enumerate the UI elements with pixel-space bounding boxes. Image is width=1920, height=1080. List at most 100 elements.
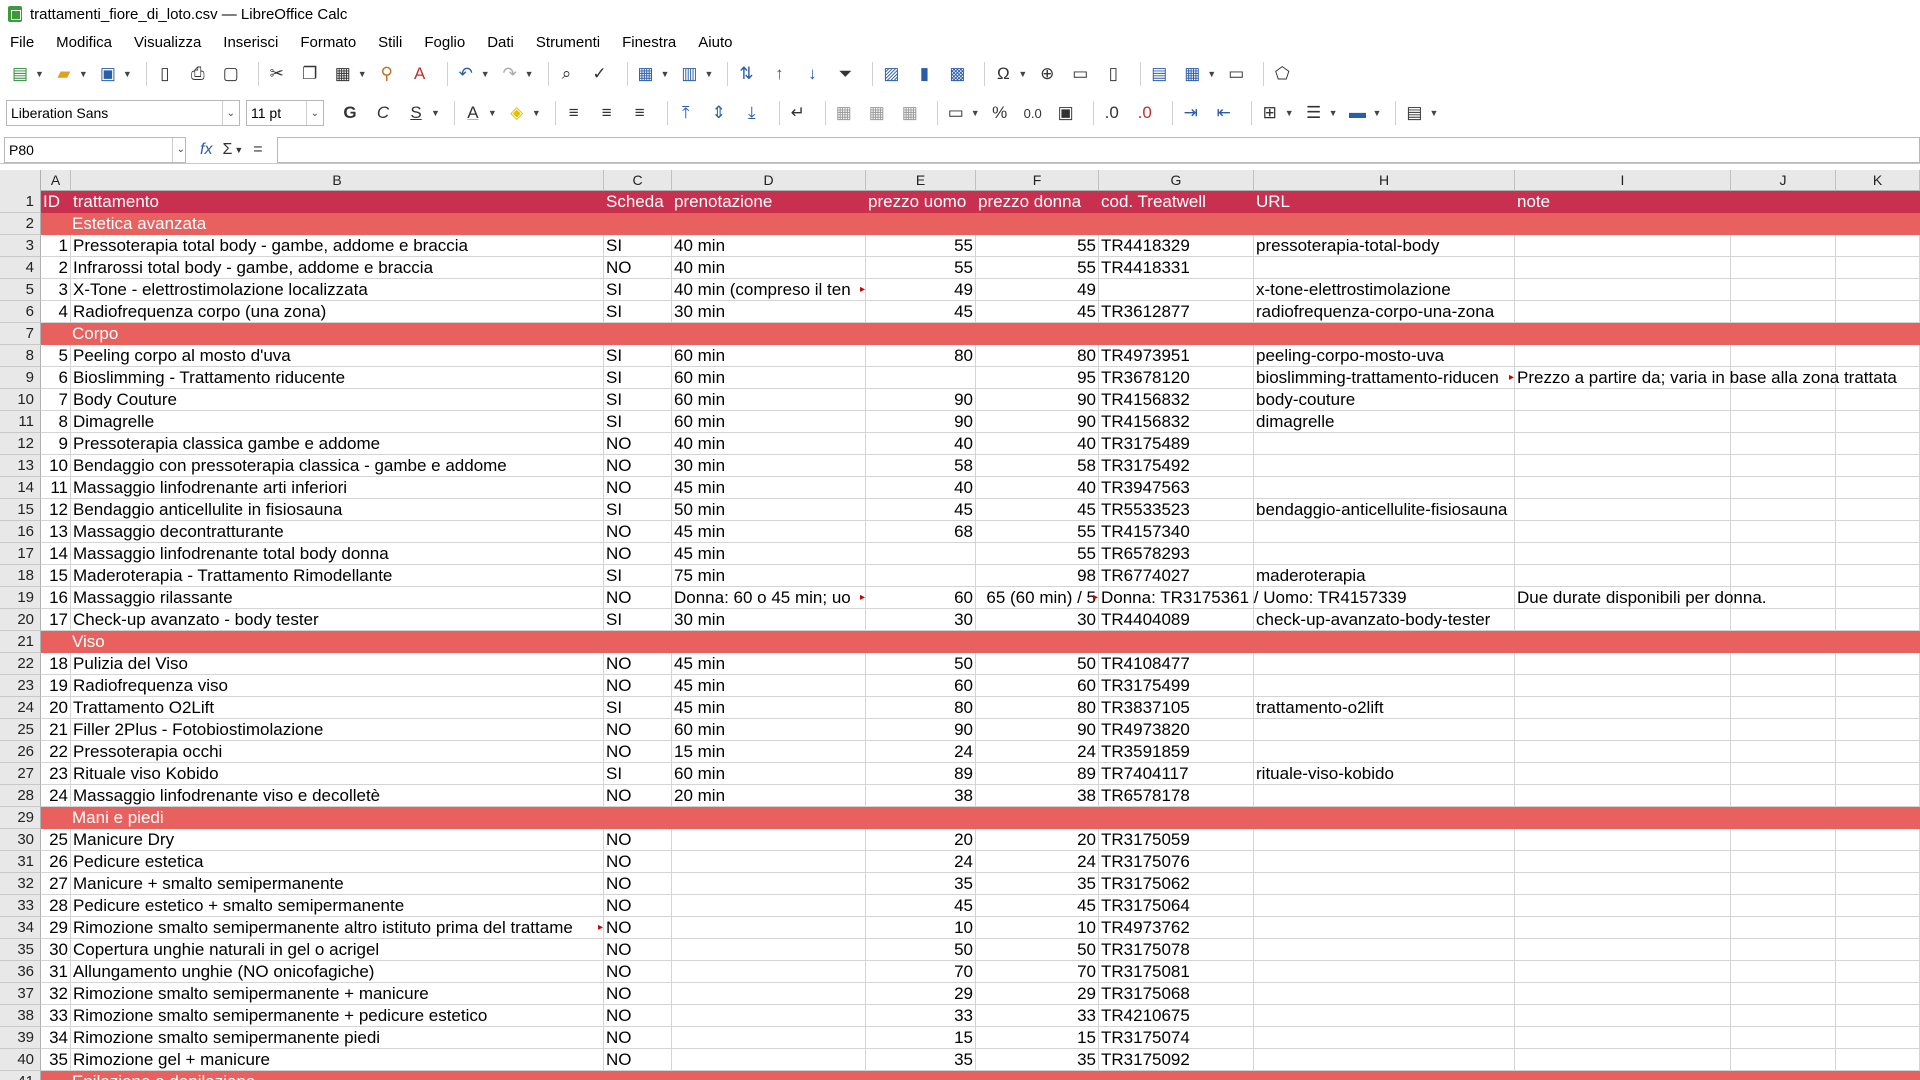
cell-j1[interactable] — [1731, 191, 1836, 213]
border-color-dropdown-icon[interactable]: ▼ — [1373, 108, 1382, 118]
cell-d7[interactable] — [672, 323, 866, 345]
split-window-icon[interactable]: ▭ — [1224, 62, 1248, 86]
column-header-c[interactable]: C — [604, 170, 672, 191]
row-header[interactable]: 22 — [0, 653, 41, 675]
cell-a18[interactable]: 15 — [41, 565, 71, 587]
cell-e37[interactable]: 29 — [866, 983, 976, 1005]
cell-c22[interactable]: NO — [604, 653, 672, 675]
column-header-d[interactable]: D — [672, 170, 866, 191]
export-pdf-icon[interactable]: ▯ — [153, 62, 177, 86]
cell-f40[interactable]: 35 — [976, 1049, 1099, 1071]
row-header[interactable]: 18 — [0, 565, 41, 587]
row-icon[interactable]: ▦ — [634, 62, 658, 86]
row-header[interactable]: 14 — [0, 477, 41, 499]
cell-f9[interactable]: 95 — [976, 367, 1099, 389]
cell-c29[interactable] — [604, 807, 672, 829]
cell-c37[interactable]: NO — [604, 983, 672, 1005]
cell-e31[interactable]: 24 — [866, 851, 976, 873]
cell-a27[interactable]: 23 — [41, 763, 71, 785]
cell-d23[interactable]: 45 min — [672, 675, 866, 697]
underline-button[interactable]: S — [404, 101, 428, 125]
font-size-combobox[interactable]: 11 pt ⌄ — [246, 100, 324, 126]
cell-f34[interactable]: 10 — [976, 917, 1099, 939]
cell-b3[interactable]: Pressoterapia total body - gambe, addome… — [71, 235, 604, 257]
cell-d20[interactable]: 30 min — [672, 609, 866, 631]
cell-d9[interactable]: 60 min — [672, 367, 866, 389]
center-vertically-icon[interactable]: ⇕ — [707, 101, 731, 125]
row-header[interactable]: 15 — [0, 499, 41, 521]
cell-d27[interactable]: 60 min — [672, 763, 866, 785]
cell-f5[interactable]: 49 — [976, 279, 1099, 301]
cell-c9[interactable]: SI — [604, 367, 672, 389]
cell-b22[interactable]: Pulizia del Viso — [71, 653, 604, 675]
cell-b30[interactable]: Manicure Dry — [71, 829, 604, 851]
align-center-icon[interactable]: ≡ — [595, 101, 619, 125]
cell-a30[interactable]: 25 — [41, 829, 71, 851]
cell-b23[interactable]: Radiofrequenza viso — [71, 675, 604, 697]
cell-f2[interactable] — [976, 213, 1099, 235]
cell-a25[interactable]: 21 — [41, 719, 71, 741]
column-header-j[interactable]: J — [1731, 170, 1836, 191]
cell-a10[interactable]: 7 — [41, 389, 71, 411]
cell-f4[interactable]: 55 — [976, 257, 1099, 279]
cell-c33[interactable]: NO — [604, 895, 672, 917]
cell-e36[interactable]: 70 — [866, 961, 976, 983]
cell-h28[interactable] — [1254, 785, 1515, 807]
cell-j15[interactable] — [1731, 499, 1836, 521]
cell-f28[interactable]: 38 — [976, 785, 1099, 807]
cell-a3[interactable]: 1 — [41, 235, 71, 257]
cell-e30[interactable]: 20 — [866, 829, 976, 851]
cell-g2[interactable] — [1099, 213, 1254, 235]
cell-f36[interactable]: 70 — [976, 961, 1099, 983]
cell-b4[interactable]: Infrarossi total body - gambe, addome e … — [71, 257, 604, 279]
cell-c39[interactable]: NO — [604, 1027, 672, 1049]
row-header[interactable]: 34 — [0, 917, 41, 939]
cell-g20[interactable]: TR4404089 — [1099, 609, 1254, 631]
cell-e1[interactable]: prezzo uomo — [866, 191, 976, 213]
cell-e35[interactable]: 50 — [866, 939, 976, 961]
row-header[interactable]: 12 — [0, 433, 41, 455]
cell-i15[interactable] — [1515, 499, 1731, 521]
cell-k35[interactable] — [1836, 939, 1920, 961]
cell-a11[interactable]: 8 — [41, 411, 71, 433]
cell-d6[interactable]: 30 min — [672, 301, 866, 323]
cell-f41[interactable] — [976, 1071, 1099, 1080]
cell-h6[interactable]: radiofrequenza-corpo-una-zona — [1254, 301, 1515, 323]
cell-h21[interactable] — [1254, 631, 1515, 653]
row-header[interactable]: 28 — [0, 785, 41, 807]
cell-g34[interactable]: TR4973762 — [1099, 917, 1254, 939]
cell-h35[interactable] — [1254, 939, 1515, 961]
cell-k4[interactable] — [1836, 257, 1920, 279]
cell-c41[interactable] — [604, 1071, 672, 1080]
cell-d13[interactable]: 30 min — [672, 455, 866, 477]
cell-f32[interactable]: 35 — [976, 873, 1099, 895]
cell-f8[interactable]: 80 — [976, 345, 1099, 367]
cell-h39[interactable] — [1254, 1027, 1515, 1049]
cell-d4[interactable]: 40 min — [672, 257, 866, 279]
cell-b12[interactable]: Pressoterapia classica gambe e addome — [71, 433, 604, 455]
chevron-down-icon[interactable]: ⌄ — [305, 101, 319, 125]
cell-i41[interactable] — [1515, 1071, 1731, 1080]
cell-h5[interactable]: x-tone-elettrostimolazione — [1254, 279, 1515, 301]
cell-f20[interactable]: 30 — [976, 609, 1099, 631]
cell-k16[interactable] — [1836, 521, 1920, 543]
cell-e5[interactable]: 49 — [866, 279, 976, 301]
cell-c7[interactable] — [604, 323, 672, 345]
menu-aiuto[interactable]: Aiuto — [698, 34, 732, 51]
column-header-e[interactable]: E — [866, 170, 976, 191]
cell-j14[interactable] — [1731, 477, 1836, 499]
cell-i29[interactable] — [1515, 807, 1731, 829]
cell-b17[interactable]: Massaggio linfodrenante total body donna — [71, 543, 604, 565]
cell-a29[interactable] — [41, 807, 71, 829]
cell-i18[interactable] — [1515, 565, 1731, 587]
cell-e11[interactable]: 90 — [866, 411, 976, 433]
align-top-icon[interactable]: ⤒ — [674, 101, 698, 125]
cell-g39[interactable]: TR3175074 — [1099, 1027, 1254, 1049]
cell-f37[interactable]: 29 — [976, 983, 1099, 1005]
cell-a4[interactable]: 2 — [41, 257, 71, 279]
cell-h33[interactable] — [1254, 895, 1515, 917]
increase-indent-icon[interactable]: ⇥ — [1179, 101, 1203, 125]
cell-d15[interactable]: 50 min — [672, 499, 866, 521]
row-header[interactable]: 29 — [0, 807, 41, 829]
cell-h31[interactable] — [1254, 851, 1515, 873]
